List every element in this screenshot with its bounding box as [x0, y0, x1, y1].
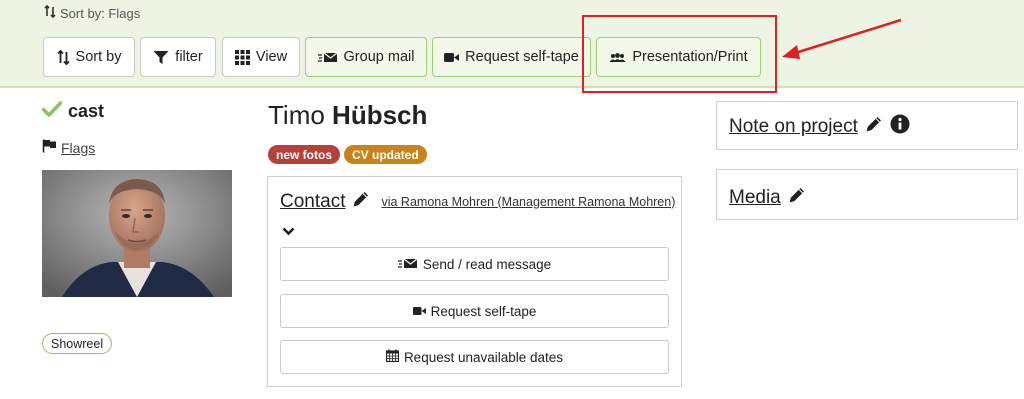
request-self-tape-contact-label: Request self-tape — [430, 303, 537, 319]
view-button[interactable]: View — [222, 37, 300, 77]
flags-link[interactable]: Flags — [42, 139, 95, 156]
request-self-tape-label: Request self-tape — [465, 49, 579, 65]
request-unavailable-dates-button[interactable]: Request unavailable dates — [280, 340, 669, 374]
video-camera-icon — [412, 304, 426, 319]
note-on-project-title[interactable]: Note on project — [729, 116, 858, 138]
showreel-label: Showreel — [51, 336, 104, 351]
view-label: View — [255, 49, 288, 65]
showreel-tag[interactable]: Showreel — [42, 333, 113, 354]
contact-title[interactable]: Contact — [280, 191, 345, 213]
info-icon[interactable] — [890, 114, 910, 139]
media-panel: Media — [716, 169, 1018, 220]
pencil-icon[interactable] — [864, 114, 884, 139]
profile-photo[interactable] — [42, 170, 232, 297]
status-badge: new fotos — [268, 145, 340, 164]
status-badges: new fotos CV updated — [268, 145, 427, 164]
people-icon — [609, 52, 626, 63]
sort-icon — [44, 4, 56, 21]
send-message-label: Send / read message — [422, 256, 552, 272]
actor-name: Timo Hübsch — [268, 100, 427, 131]
contact-header: Contact via Ramona Mohren (Management Ra… — [280, 189, 675, 214]
calendar-icon — [385, 349, 400, 365]
media-title[interactable]: Media — [729, 187, 781, 209]
note-on-project-panel: Note on project — [716, 101, 1018, 150]
filter-label: filter — [175, 49, 203, 65]
pencil-icon[interactable] — [787, 185, 807, 210]
chevron-down-icon[interactable] — [282, 223, 295, 241]
sort-info: Sort by: Flags — [44, 4, 141, 21]
contact-panel: Contact via Ramona Mohren (Management Ra… — [267, 176, 682, 387]
contact-agency-link[interactable]: via Ramona Mohren (Management Ramona Moh… — [381, 195, 675, 209]
filter-button[interactable]: filter — [140, 37, 216, 77]
group-mail-label: Group mail — [343, 49, 415, 65]
request-unavailable-dates-label: Request unavailable dates — [403, 349, 564, 365]
filter-icon — [153, 50, 169, 65]
sort-icon — [56, 49, 70, 65]
presentation-print-label: Presentation/Print — [632, 49, 748, 65]
cast-status: cast — [41, 101, 105, 122]
flag-icon — [42, 139, 57, 156]
presentation-print-button[interactable]: Presentation/Print — [596, 37, 761, 77]
pencil-icon[interactable] — [351, 189, 371, 214]
actor-first-name: Timo — [268, 100, 325, 130]
request-self-tape-button[interactable]: Request self-tape — [432, 37, 591, 77]
actor-last-name: Hübsch — [332, 100, 428, 130]
grid-icon — [234, 49, 250, 65]
sort-by-button[interactable]: Sort by — [43, 37, 135, 77]
flags-label: Flags — [61, 139, 96, 156]
sort-info-label: Sort by: Flags — [60, 5, 141, 21]
check-icon — [41, 101, 63, 122]
send-message-button[interactable]: Send / read message — [280, 247, 669, 281]
mail-icon — [317, 52, 338, 63]
status-badge: CV updated — [344, 145, 427, 164]
cast-label: cast — [68, 101, 105, 121]
request-self-tape-contact-button[interactable]: Request self-tape — [280, 294, 669, 328]
video-camera-icon — [444, 52, 460, 63]
toolbar: Sort by: Flags Sort by filter View Group… — [0, 0, 1024, 88]
group-mail-button[interactable]: Group mail — [305, 37, 427, 77]
mail-icon — [397, 257, 418, 272]
sort-by-label: Sort by — [75, 49, 122, 65]
